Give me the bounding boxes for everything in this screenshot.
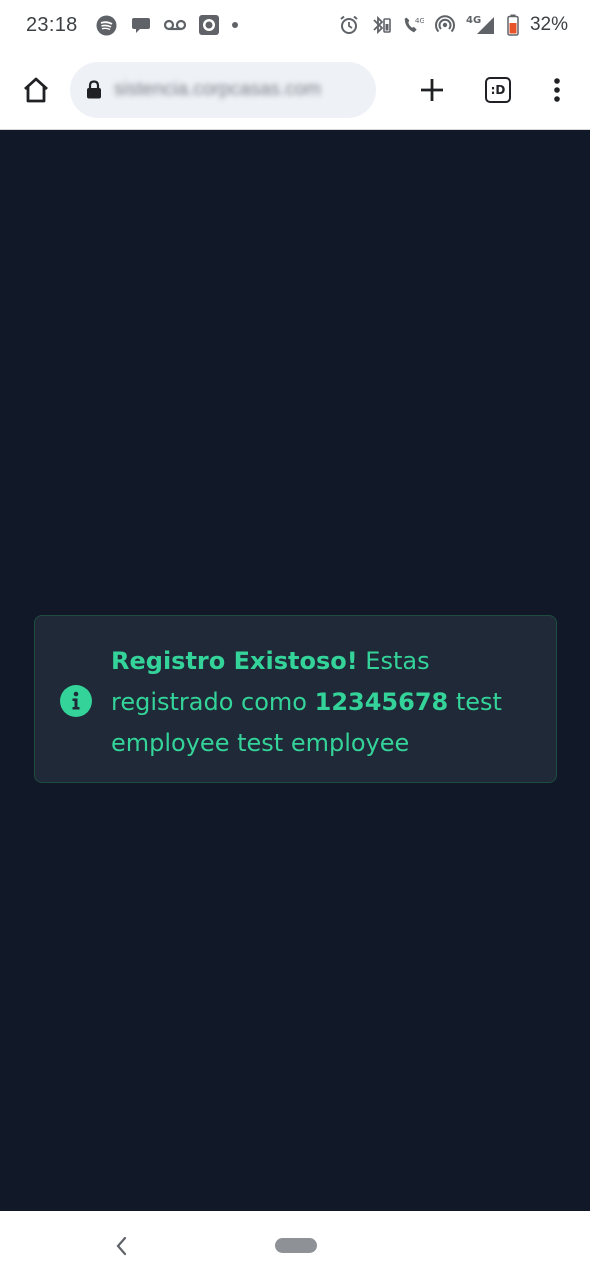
page-content: Registro Existoso! Estas registrado como… xyxy=(0,131,590,1211)
alert-message: Registro Existoso! Estas registrado como… xyxy=(111,641,531,764)
menu-button[interactable] xyxy=(542,68,572,112)
status-time: 23:18 xyxy=(26,13,78,36)
notification-dot-icon xyxy=(231,22,238,28)
home-button[interactable] xyxy=(14,68,58,112)
battery-percent: 32% xyxy=(529,14,568,35)
home-pill-button[interactable] xyxy=(275,1238,317,1253)
url-text: sistencia.corpcasas.com xyxy=(114,78,321,100)
svg-text:4G: 4G xyxy=(415,16,424,25)
more-vert-icon xyxy=(554,77,560,102)
tab-switcher-button[interactable]: :D xyxy=(476,68,520,112)
status-bar: 23:18 4G 4G 32% xyxy=(0,0,590,50)
battery-icon xyxy=(506,14,520,36)
alert-title: Registro Existoso! xyxy=(111,647,358,675)
svg-text:4G: 4G xyxy=(466,15,481,26)
address-bar[interactable]: sistencia.corpcasas.com xyxy=(70,61,376,118)
voicemail-icon xyxy=(163,14,186,36)
home-icon xyxy=(24,77,48,102)
browser-toolbar: sistencia.corpcasas.com :D xyxy=(0,50,590,130)
signal-icon: 4G xyxy=(466,14,496,36)
plus-icon xyxy=(421,78,443,101)
lock-icon xyxy=(87,80,101,99)
media-icon xyxy=(198,14,220,36)
new-tab-button[interactable] xyxy=(410,68,454,112)
wifi-call-icon: 4G xyxy=(402,14,424,36)
hotspot-icon xyxy=(434,14,456,36)
alert-user-id: 12345678 xyxy=(314,688,449,716)
chat-bubble-icon xyxy=(130,14,152,36)
bluetooth-icon xyxy=(370,14,392,36)
alarm-icon xyxy=(338,14,360,36)
spotify-icon xyxy=(96,14,118,36)
info-icon xyxy=(60,685,92,717)
tab-count: :D xyxy=(485,76,511,103)
back-icon[interactable] xyxy=(110,1233,132,1259)
success-alert: Registro Existoso! Estas registrado como… xyxy=(34,615,557,783)
navigation-bar xyxy=(0,1211,590,1280)
